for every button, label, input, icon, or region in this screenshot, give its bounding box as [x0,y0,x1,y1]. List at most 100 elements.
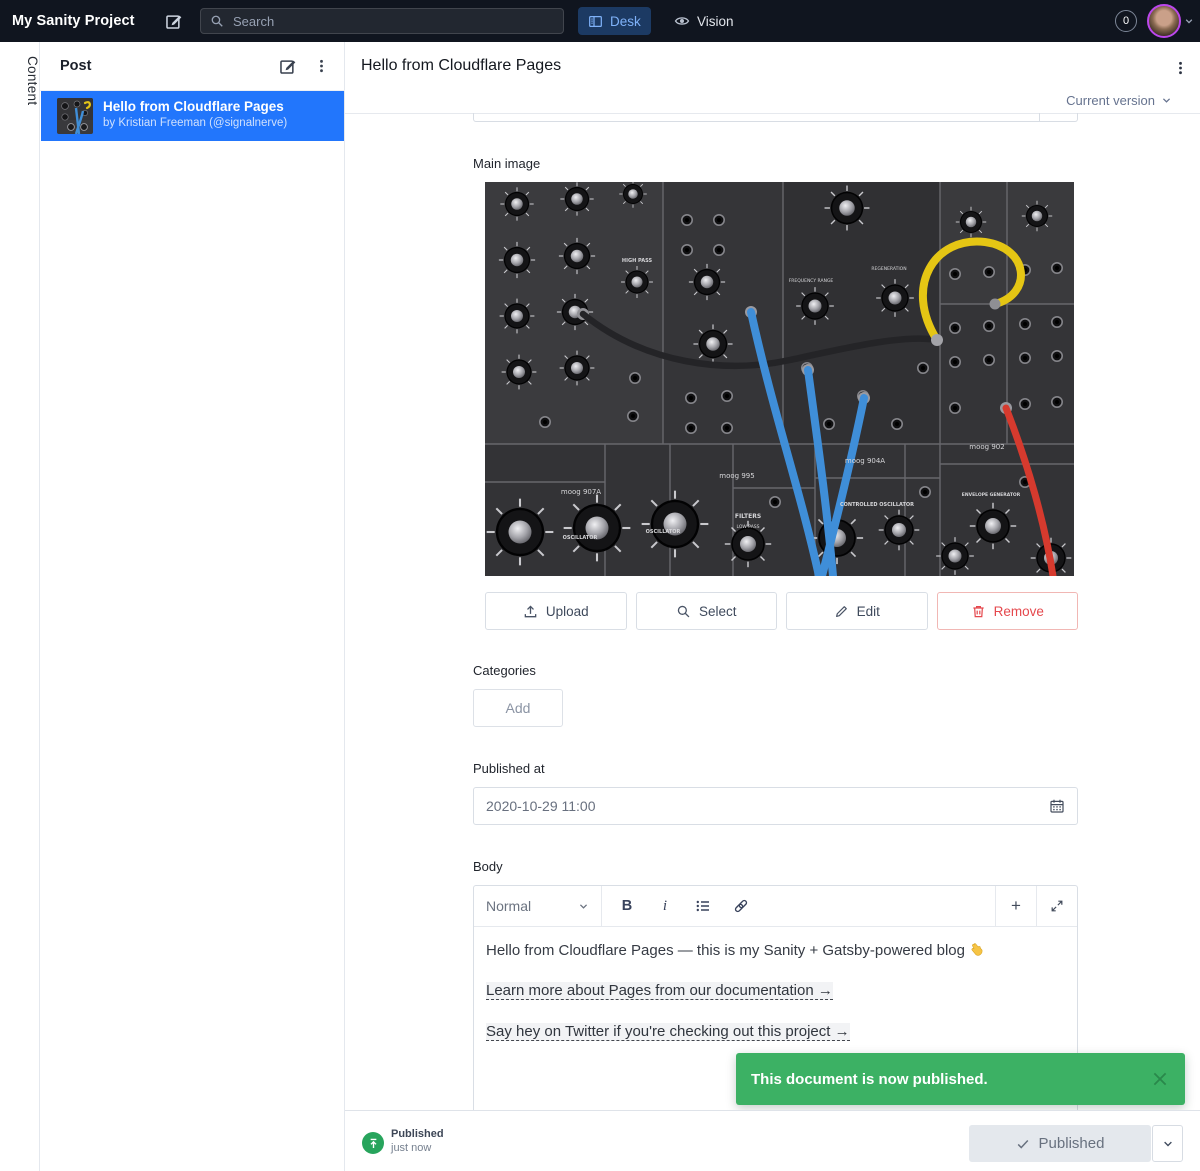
publish-toast: This document is now published. [736,1053,1185,1105]
body-paragraph: Hello from Cloudflare Pages — this is my… [486,941,1065,961]
published-status-label: Published [391,1128,444,1140]
upload-button[interactable]: Upload [485,592,627,630]
documentation-link[interactable]: Learn more about Pages from our document… [486,982,833,1000]
body-paragraph: Learn more about Pages from our document… [486,981,1065,1001]
post-thumbnail [57,98,93,134]
compose-icon [164,12,183,31]
slug-field-remnant[interactable] [473,113,1078,122]
post-panel-menu-button[interactable] [313,56,329,76]
upload-label: Upload [546,604,589,619]
chevron-down-icon [1162,1138,1174,1150]
user-menu-chevron-icon[interactable] [1184,16,1194,26]
tab-desk[interactable]: Desk [578,7,651,35]
post-list-panel [40,42,345,1171]
eye-icon [674,13,690,29]
svg-text:LOW PASS: LOW PASS [737,524,760,530]
svg-text:CONTROLLED OSCILLATOR: CONTROLLED OSCILLATOR [840,502,914,508]
user-avatar[interactable] [1147,4,1181,38]
slug-generate-divider [1039,113,1040,121]
global-search[interactable] [200,8,564,34]
post-item-title: Hello from Cloudflare Pages [103,99,284,114]
categories-label: Categories [473,663,536,678]
svg-text:REGENERATION: REGENERATION [871,266,906,272]
edit-button[interactable]: Edit [786,592,928,630]
project-title: My Sanity Project [12,0,135,42]
notifications-count: 0 [1123,15,1129,27]
add-category-button[interactable]: Add [473,689,563,727]
trash-icon [971,604,986,619]
version-label: Current version [1066,93,1155,108]
bullet-list-button[interactable] [688,891,718,921]
add-label: Add [506,700,531,716]
remove-label: Remove [994,604,1044,619]
document-title: Hello from Cloudflare Pages [361,57,561,75]
search-input[interactable] [231,13,554,30]
toast-message: This document is now published. [751,1071,1150,1088]
tab-vision-label: Vision [697,14,734,29]
text-style-value: Normal [486,898,531,914]
calendar-icon[interactable] [1049,798,1065,814]
text-style-select[interactable]: Normal [474,886,602,926]
main-image-photo[interactable]: HIGH PASS FREQUENCY RANGE REGENERATION moog… [485,182,1074,576]
svg-text:HIGH PASS: HIGH PASS [622,258,653,264]
edit-label: Edit [857,604,880,619]
published-at-input[interactable]: 2020-10-29 11:00 [473,787,1078,825]
svg-text:FILTERS: FILTERS [735,513,761,520]
toolbar-right: + [995,886,1077,926]
content-rail-label[interactable]: Content [0,56,40,105]
italic-button[interactable]: i [650,891,680,921]
close-icon[interactable] [1150,1069,1170,1089]
svg-text:moog 904A: moog 904A [845,457,885,465]
svg-text:moog 995: moog 995 [719,472,754,480]
fullscreen-button[interactable] [1036,886,1077,926]
new-document-button[interactable] [163,11,183,31]
select-button[interactable]: Select [636,592,778,630]
search-icon [210,14,224,28]
create-post-button[interactable] [277,56,297,76]
svg-text:moog 907A: moog 907A [561,488,601,496]
wave-emoji-icon [969,941,985,957]
svg-text:ENVELOPE GENERATOR: ENVELOPE GENERATOR [962,492,1021,498]
publish-button-label: Published [1039,1135,1105,1152]
search-icon [676,604,691,619]
image-actions: Upload Select Edit Remo [485,592,1078,630]
svg-text:moog 902: moog 902 [969,443,1004,451]
post-list-item[interactable]: Hello from Cloudflare Pages by Kristian … [41,91,344,141]
desk-icon [588,14,603,29]
chevron-down-icon [1161,95,1172,106]
tab-vision[interactable]: Vision [664,7,744,35]
select-label: Select [699,604,737,619]
sanity-studio: My Sanity Project [0,0,1200,1171]
remove-button[interactable]: Remove [937,592,1079,630]
document-menu-button[interactable] [1172,58,1188,78]
svg-text:FREQUENCY RANGE: FREQUENCY RANGE [789,278,834,284]
twitter-link[interactable]: Say hey on Twitter if you're checking ou… [486,1023,850,1041]
body-paragraph: Say hey on Twitter if you're checking ou… [486,1022,1065,1042]
link-button[interactable] [726,891,756,921]
post-panel-title: Post [60,42,91,90]
main-image-label: Main image [473,156,540,171]
published-at-label: Published at [473,761,545,776]
published-status-time: just now [391,1142,431,1154]
bold-button[interactable]: B [612,891,642,921]
tab-desk-label: Desk [610,14,641,29]
content-rail [0,42,40,1171]
body-toolbar: Normal B i [474,886,1077,927]
svg-text:OSCILLATOR: OSCILLATOR [563,535,598,541]
publish-button[interactable]: Published [969,1125,1151,1162]
body-label: Body [473,859,503,874]
published-at-value: 2020-10-29 11:00 [486,798,1049,814]
check-icon [1016,1137,1030,1151]
format-buttons: B i [602,886,995,926]
post-item-subtitle: by Kristian Freeman (@signalnerve) [103,117,287,129]
notifications-badge[interactable]: 0 [1115,10,1137,32]
insert-block-button[interactable]: + [995,886,1036,926]
chevron-down-icon [578,901,589,912]
version-selector[interactable]: Current version [345,88,1186,112]
pencil-icon [834,604,849,619]
body-paragraph-text: Hello from Cloudflare Pages — this is my… [486,942,965,959]
svg-text:OSCILLATOR: OSCILLATOR [646,529,681,535]
published-status-icon [362,1132,384,1154]
top-navbar: My Sanity Project [0,0,1200,42]
publish-menu-button[interactable] [1152,1125,1183,1162]
